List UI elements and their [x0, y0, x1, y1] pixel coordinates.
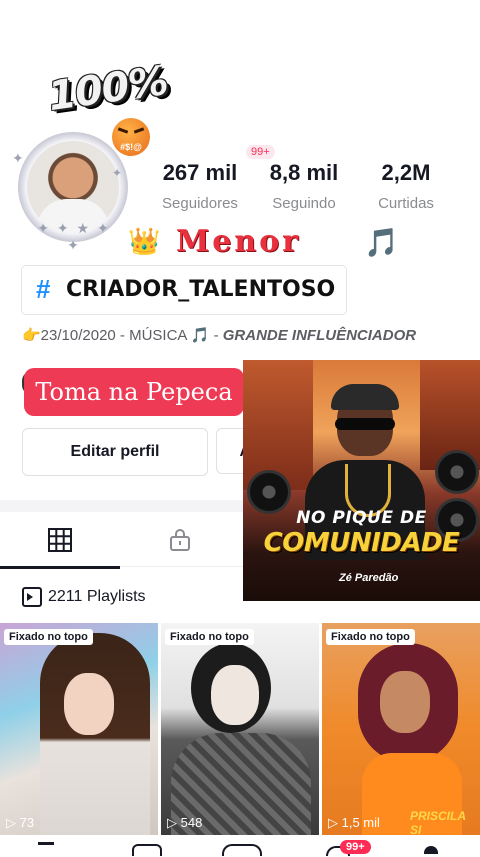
stat-likes[interactable]: 2,2M Curtidas — [356, 160, 456, 212]
album-artist: Zé Paredão — [339, 572, 399, 584]
bio-prefix: 👉23/10/2020 - MÚSICA 🎵 - — [22, 327, 223, 344]
profile-icon[interactable] — [424, 846, 438, 854]
album-title-line1: NO PIQUE DE — [296, 508, 427, 528]
bottom-nav — [0, 836, 480, 857]
video-thumbnail[interactable]: PRISCILA SI Fixado no topo ▷ 1,5 mil — [322, 623, 480, 835]
view-count: ▷ 73 — [6, 815, 35, 830]
profile-name: Menor — [176, 224, 301, 259]
bio-highlight: GRANDE INFLUÊNCIADOR — [222, 327, 417, 344]
video-overlay-text: PRISCILA SI — [410, 809, 466, 835]
crown-icon: 👑 — [128, 226, 161, 256]
playlists-count[interactable]: 2211 Playlists — [48, 588, 146, 606]
stat-label: Seguindo — [272, 195, 336, 212]
sparkle-icon: ✦ — [112, 166, 123, 180]
laurel-wreath-icon: ✦ ✦ ★ ✦ ✦ — [37, 220, 111, 253]
view-count: ▷ 1,5 mil — [328, 815, 380, 830]
inbox-badge: 99+ — [340, 840, 371, 854]
friends-icon[interactable] — [132, 844, 162, 856]
album-title-line2: COMUNIDADE — [263, 528, 460, 558]
play-icon: ▷ — [328, 815, 342, 830]
video-thumbnail[interactable]: Fixado no topo ▷ 73 — [0, 623, 158, 835]
album-cover[interactable]: NO PIQUE DE COMUNIDADE Zé Paredão — [243, 360, 480, 601]
angry-emoji-text: #$!@ — [120, 142, 142, 152]
hashtag-icon: # — [36, 274, 51, 304]
pinned-label: Fixado no topo — [4, 629, 93, 645]
music-note-icon: 🎵 — [364, 227, 399, 258]
stat-value: 2,2M — [381, 160, 431, 185]
create-icon[interactable] — [222, 844, 262, 856]
playlist-icon — [22, 587, 42, 607]
stat-label: Seguidores — [162, 195, 238, 212]
pinned-label: Fixado no topo — [326, 629, 415, 645]
pinned-label: Fixado no topo — [165, 629, 254, 645]
view-count: ▷ 548 — [167, 815, 203, 830]
play-icon: ▷ — [6, 815, 20, 830]
edit-profile-button[interactable]: Editar perfil — [22, 428, 208, 476]
tab-videos[interactable] — [0, 514, 120, 569]
home-icon[interactable] — [38, 842, 54, 857]
stat-label: Curtidas — [378, 195, 434, 212]
badge-100-percent: 100% — [45, 57, 171, 121]
stat-value: 267 mil — [162, 160, 238, 185]
notification-badge: 99+ — [246, 145, 275, 159]
tab-private[interactable] — [120, 514, 240, 567]
lock-icon — [170, 529, 190, 551]
hashtag-text[interactable]: CRIADOR_TALENTOSO — [66, 277, 335, 302]
video-thumbnail[interactable]: Fixado no topo ▷ 548 — [161, 623, 319, 835]
play-icon: ▷ — [167, 815, 181, 830]
stat-followers[interactable]: 267 mil Seguidores — [150, 160, 250, 212]
stat-value: 8,8 mil — [269, 160, 339, 185]
sparkle-icon: ✦ — [12, 150, 24, 166]
angry-emoji-icon: #$!@ — [112, 118, 150, 156]
grid-icon — [48, 528, 72, 552]
bio-text: 👉23/10/2020 - MÚSICA 🎵 - GRANDE INFLUÊNC… — [22, 326, 416, 344]
link-button[interactable]: Toma na Pepeca — [24, 368, 244, 416]
stat-following[interactable]: 8,8 mil Seguindo — [254, 160, 354, 212]
